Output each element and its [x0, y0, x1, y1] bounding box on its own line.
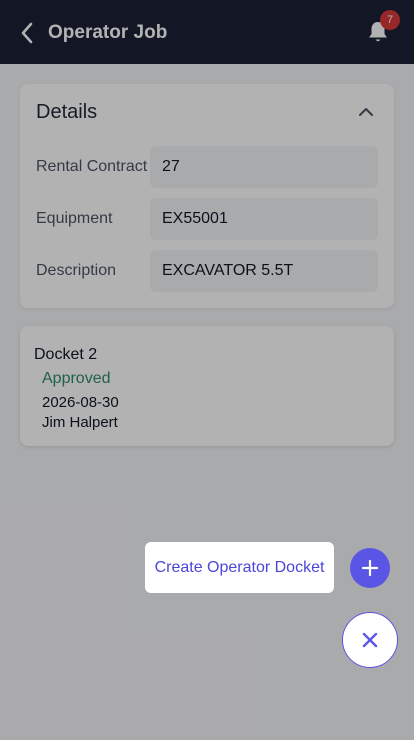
add-docket-button[interactable] [350, 548, 390, 588]
plus-icon [362, 560, 378, 576]
create-operator-docket-button[interactable]: Create Operator Docket [145, 542, 334, 593]
close-fab-button[interactable] [342, 612, 398, 668]
close-icon [362, 632, 378, 648]
